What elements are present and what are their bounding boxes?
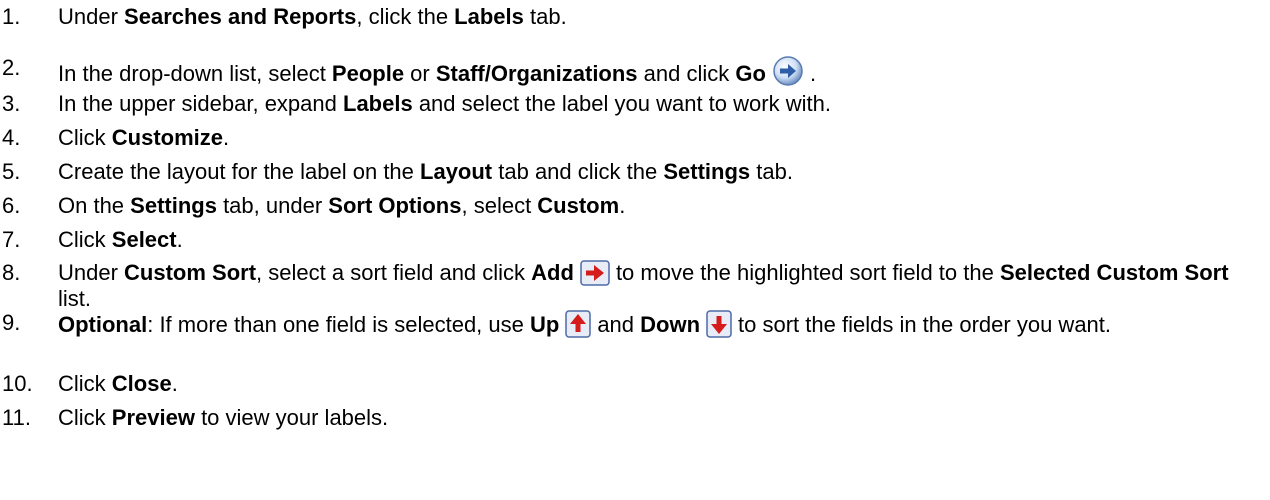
- bold-term: Down: [640, 312, 701, 337]
- step-text: Click Preview to view your labels.: [58, 405, 1258, 430]
- bold-term: Layout: [420, 159, 493, 184]
- bold-term: Close: [111, 371, 172, 396]
- bold-term: Customize: [111, 125, 224, 150]
- step-number: 8.: [2, 260, 21, 285]
- step-text: Click Select.: [58, 227, 1258, 252]
- step-text-run: : If more than one field is selected, us…: [147, 312, 530, 337]
- step-number: 10.: [2, 371, 33, 396]
- step-text-run: .: [171, 371, 178, 396]
- step-text-run: .: [223, 125, 230, 150]
- step-text-run: tab.: [750, 159, 793, 184]
- step-text: Under Custom Sort, select a sort field a…: [58, 260, 1258, 311]
- bold-term: Searches and Reports: [124, 4, 357, 29]
- step-text-run: In the upper sidebar, expand: [58, 91, 343, 116]
- step-text-run: tab and click the: [492, 159, 664, 184]
- step-text-run: list.: [58, 286, 91, 311]
- step-text-run: and click: [637, 61, 736, 86]
- step-text-run: .: [809, 61, 817, 86]
- bold-term: Labels: [454, 4, 524, 29]
- step-number: 9.: [2, 310, 21, 335]
- step-number: 7.: [2, 227, 21, 252]
- bold-term: Sort Options: [328, 193, 462, 218]
- go-arrow-icon: [772, 55, 804, 87]
- step-text-run: tab, under: [216, 193, 329, 218]
- step-number: 5.: [2, 159, 21, 184]
- bold-term: Custom Sort: [124, 260, 257, 285]
- bold-term: Select: [111, 227, 177, 252]
- step-text-run: Click: [58, 405, 112, 430]
- bold-term: Optional: [58, 312, 148, 337]
- numbered-steps-list: 1. Under Searches and Reports, click the …: [0, 0, 1270, 500]
- step-text-run: to move the highlighted sort field to th…: [615, 260, 1000, 285]
- step-text-run: Click: [58, 125, 112, 150]
- step-number: 6.: [2, 193, 21, 218]
- step-number: 1.: [2, 4, 21, 29]
- up-arrow-icon: [565, 310, 592, 338]
- step-text-run: , select: [461, 193, 538, 218]
- bold-term: Preview: [111, 405, 195, 430]
- step-text-run: or: [404, 61, 436, 86]
- step-text: Under Searches and Reports, click the La…: [58, 4, 1258, 29]
- bold-term: People: [331, 61, 405, 86]
- step-text: On the Settings tab, under Sort Options,…: [58, 193, 1258, 218]
- bold-term: Staff/Organizations: [435, 61, 638, 86]
- step-text: Click Customize.: [58, 125, 1258, 150]
- step-text: In the drop-down list, select People or …: [58, 55, 1258, 87]
- step-text: Optional: If more than one field is sele…: [58, 310, 1258, 338]
- bold-term: Go: [735, 61, 766, 86]
- step-number: 11.: [2, 405, 31, 430]
- step-text-run: Click: [58, 371, 112, 396]
- step-text-run: In the drop-down list, select: [58, 61, 332, 86]
- step-text-run: On the: [58, 193, 131, 218]
- step-text-run: Under: [58, 260, 125, 285]
- down-arrow-icon: [706, 310, 732, 338]
- step-text-run: , select a sort field and click: [256, 260, 532, 285]
- step-number: 4.: [2, 125, 21, 150]
- bold-term: Selected Custom Sort: [999, 260, 1229, 285]
- step-text-run: and select the label you want to work wi…: [412, 91, 831, 116]
- step-text-run: .: [619, 193, 626, 218]
- step-text-run: .: [176, 227, 183, 252]
- step-text-run: Under: [58, 4, 125, 29]
- step-text-run: to sort the fields in the order you want…: [738, 312, 1112, 337]
- step-text-run: tab.: [523, 4, 567, 29]
- bold-term: Up: [529, 312, 560, 337]
- add-arrow-icon: [580, 260, 610, 286]
- step-text-run: Click: [58, 227, 112, 252]
- step-text-run: and: [597, 312, 641, 337]
- bold-term: Labels: [343, 91, 413, 116]
- step-text-run: , click the: [356, 4, 455, 29]
- step-text-run: to view your labels.: [194, 405, 389, 430]
- step-text: In the upper sidebar, expand Labels and …: [58, 91, 1258, 116]
- bold-term: Settings: [663, 159, 751, 184]
- step-text: Click Close.: [58, 371, 1258, 396]
- bold-term: Settings: [130, 193, 217, 218]
- step-text: Create the layout for the label on the L…: [58, 159, 1258, 184]
- step-number: 2.: [2, 55, 21, 80]
- step-number: 3.: [2, 91, 21, 116]
- bold-term: Add: [531, 260, 574, 285]
- bold-term: Custom: [537, 193, 620, 218]
- step-text-run: Create the layout for the label on the: [58, 159, 421, 184]
